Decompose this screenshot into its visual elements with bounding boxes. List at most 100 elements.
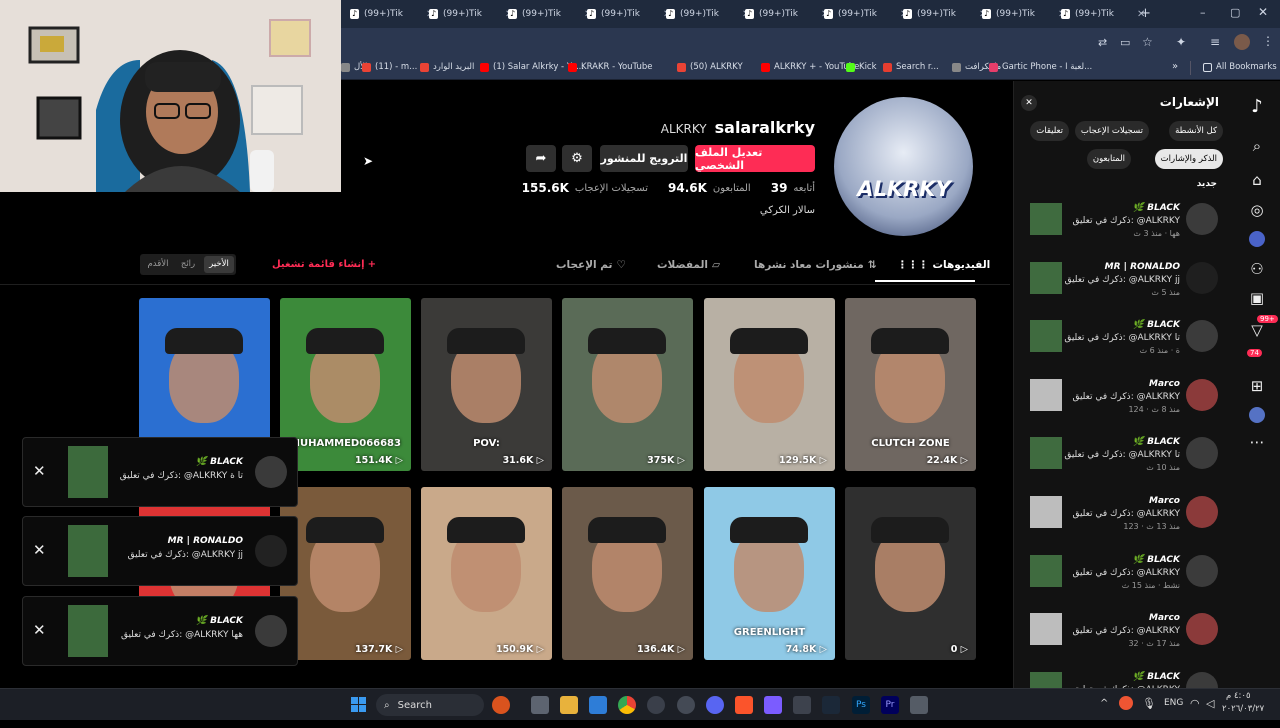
settings-icon[interactable] [677,696,695,714]
notification-item[interactable]: 🌿 BLACK ذكرك في تعليق: @ALKRKY تا منذ 10 ث [1014,435,1236,493]
notification-video-thumbnail[interactable] [1030,203,1062,235]
filter-likes[interactable]: تسجيلات الإعجاب [1074,121,1149,141]
video-thumbnail[interactable]: 0 ▷ [845,487,976,660]
toast-notification[interactable]: ✕ 🌿 BLACK ذكرك في تعليق: @ALKRKY هها [22,596,298,666]
followers-count[interactable]: 94.6K [668,181,707,195]
following-icon[interactable]: ⚇ [1243,258,1271,280]
video-thumbnail[interactable]: MUHAMMED066683 151.4K ▷ [280,298,411,471]
toast-notification[interactable]: ✕ MR | RONALDO ذكرك في تعليق: @ALKRKY jj [22,516,298,586]
edit-profile-button[interactable]: تعديل الملف الشخصي [695,145,815,172]
filter-mentions[interactable]: الذكر والإشارات [1154,149,1223,169]
windows-start-icon[interactable] [351,697,367,713]
bookmark-item[interactable]: (11) - m... [362,62,417,72]
bookmark-item[interactable]: ALKRKY + - YouTube [761,62,859,72]
notification-item[interactable]: 🌿 BLACK ذكرك في تعليق: @ALKRKY تا ة · منذ … [1014,318,1236,376]
create-playlist-button[interactable]: إنشاء قائمة تشغيل + [272,259,376,270]
maximize-icon[interactable]: ▢ [1230,6,1240,19]
bookmark-item[interactable]: (50) ALKRKY [677,62,743,72]
file-explorer-icon[interactable] [560,696,578,714]
notification-avatar[interactable] [1186,378,1218,411]
share-icon[interactable]: ➦ [526,145,556,172]
app-icon-purple[interactable] [764,696,782,714]
notification-avatar[interactable] [1186,613,1218,646]
sort-popular[interactable]: رائج [174,256,202,273]
bookmark-item[interactable]: KRAKR - YouTube [568,62,652,72]
browser-tab[interactable]: ♪(99+)Tik✕ [666,4,750,24]
close-notifications-icon[interactable]: ✕ [1021,95,1037,111]
tab-liked[interactable]: تم الإعجاب ♡ [556,259,626,271]
profile-avatar-large[interactable]: ALKRKY [834,97,973,236]
language-indicator[interactable]: ENG [1164,698,1183,708]
video-thumbnail[interactable]: 137.7K ▷ [280,487,411,660]
filter-all-activity[interactable]: كل الأنشطة [1169,121,1223,141]
sort-latest[interactable]: الأخير [204,256,234,273]
clock-date[interactable]: ٢٠٢٦/٠٣/٢٧ [1222,704,1264,714]
tab-reposts[interactable]: منشورات معاد نشرها ⇅ [754,259,877,271]
close-toast-icon[interactable]: ✕ [33,541,46,559]
bookmark-item[interactable]: Kick [846,62,877,72]
search-icon[interactable]: ⌕ [1243,135,1271,157]
video-thumbnail[interactable]: 150.9K ▷ [421,487,552,660]
filter-comments[interactable]: تعليقات [1030,121,1069,141]
video-thumbnail[interactable]: 129.5K ▷ [704,298,835,471]
notification-avatar[interactable] [1186,496,1218,528]
widget-icon[interactable] [492,696,510,714]
bookmark-item[interactable]: Gartic Phone - لعبة ا... [989,62,1092,72]
video-thumbnail[interactable]: CLUTCH ZONE 22.4K ▷ [845,298,976,471]
notification-item[interactable]: MR | RONALDO ذكرك في تعليق: @ALKRKY jj منذ… [1014,260,1236,318]
notification-video-thumbnail[interactable] [1030,613,1062,646]
browser-tab[interactable]: ♪(99+)Tik✕ [745,4,829,24]
media-icon[interactable]: ≡ [1210,35,1220,49]
close-toast-icon[interactable]: ✕ [33,621,46,639]
notification-video-thumbnail[interactable] [1030,378,1062,411]
messages-icon[interactable]: ▽ 99+ [1243,315,1278,341]
notification-avatar[interactable] [1186,320,1218,353]
tray-overflow-icon[interactable]: ^ [1100,698,1108,709]
all-bookmarks-button[interactable]: All Bookmarks [1203,62,1277,72]
clock-time[interactable]: ٤:٠٥ م [1226,691,1251,701]
close-toast-icon[interactable]: ✕ [33,462,46,480]
browser-tab[interactable]: ♪(99+)Tik✕ [587,4,671,24]
premiere-icon[interactable]: Pr [881,696,899,714]
bookmarks-overflow-icon[interactable]: » [1172,61,1178,72]
steam-icon[interactable] [822,696,840,714]
store-icon[interactable] [589,696,607,714]
notification-avatar[interactable] [1186,203,1218,235]
bookmark-item[interactable]: البريد الوارد [420,62,474,72]
menu-icon[interactable]: ⋮ [1262,34,1274,48]
promote-post-button[interactable]: الترويج للمنشور [600,145,688,172]
photoshop-icon[interactable]: Ps [852,696,870,714]
discord-icon[interactable] [706,696,724,714]
minimize-icon[interactable]: – [1200,6,1206,19]
home-icon[interactable]: ⌂ [1243,169,1271,191]
browser-tab[interactable]: ♪(99+)Tik✕ [903,4,987,24]
obs-icon[interactable] [647,696,665,714]
explore-icon[interactable]: ◎ [1243,199,1271,221]
more-icon[interactable]: ⋯ [1243,431,1271,453]
sort-oldest[interactable]: الأقدم [144,256,172,273]
bookmark-star-icon[interactable]: ☆ [1142,35,1153,49]
notification-avatar[interactable] [1186,261,1218,294]
task-view-icon[interactable] [531,696,549,714]
profile-avatar[interactable] [1234,34,1250,50]
live-icon[interactable]: ▣ [1243,287,1271,309]
browser-tab[interactable]: ♪(99+)Tik✕ [824,4,908,24]
notification-item[interactable]: Marco ذكرك في تعليق: @ALKRKY 124 · منذ 8 ث [1014,377,1236,435]
browser-tab[interactable]: ♪(99+)Tik✕ [350,4,434,24]
filter-followers[interactable]: المتابعون [1086,149,1131,169]
browser-tab[interactable]: ♪(99+)Tik✕ [429,4,513,24]
video-thumbnail[interactable]: POV: 31.6K ▷ [421,298,552,471]
cast-icon[interactable]: ▭ [1120,36,1130,49]
extensions-icon[interactable]: ✦ [1176,35,1186,49]
notification-video-thumbnail[interactable] [1030,437,1062,470]
notification-item[interactable]: 🌿 BLACK ذكرك في تعليق: @ALKRKY نشط · منذ 1… [1014,553,1236,611]
tiktok-logo-icon[interactable]: ♪ [1243,95,1271,117]
tray-app-icon[interactable] [1119,696,1133,710]
profile-nav-avatar[interactable] [1243,404,1271,426]
microphone-icon[interactable]: 🎙 [1142,697,1156,710]
notification-avatar[interactable] [1186,437,1218,470]
notification-avatar[interactable] [1186,554,1218,587]
close-window-icon[interactable]: ✕ [1258,5,1268,19]
browser-tab[interactable]: ♪(99+)Tik✕ [1061,4,1145,24]
browser-tab[interactable]: ♪(99+)Tik✕ [982,4,1066,24]
